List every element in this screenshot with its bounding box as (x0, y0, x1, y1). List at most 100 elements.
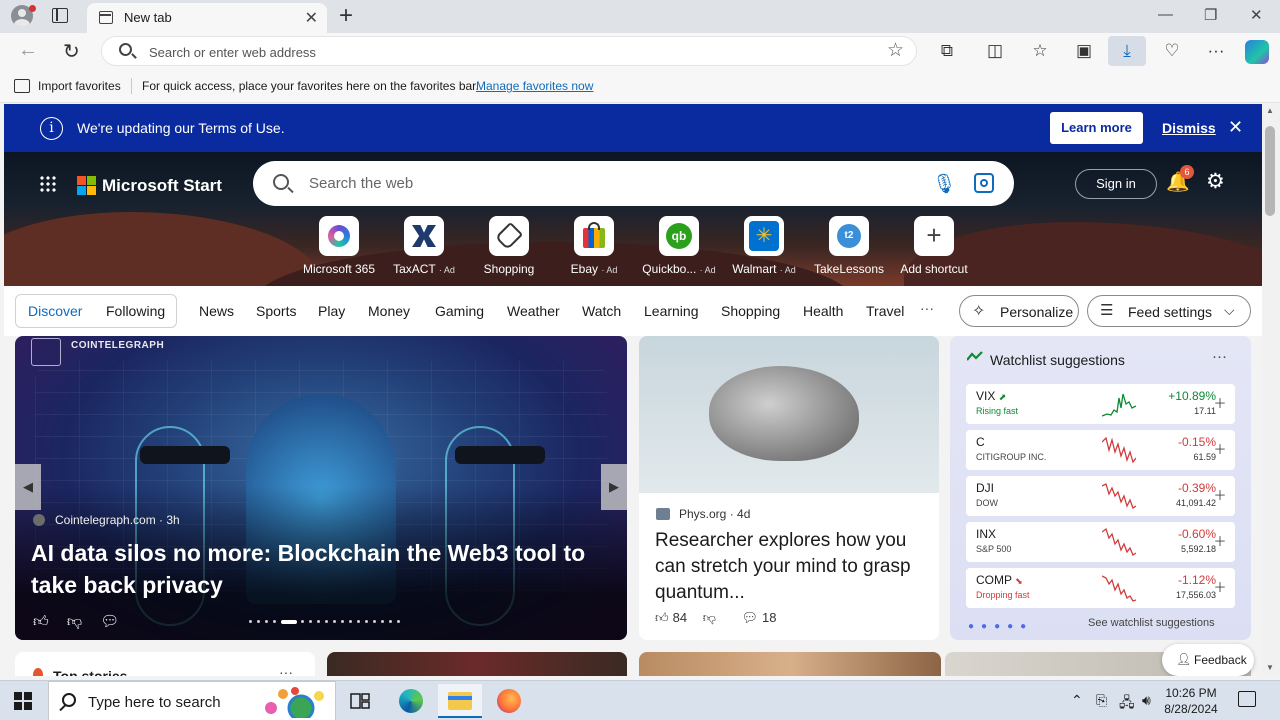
second-story-card[interactable]: Phys.org · 4d Researcher explores how yo… (639, 336, 939, 640)
nav-link-sports[interactable]: Sports (256, 303, 296, 319)
app-launcher-icon[interactable] (39, 175, 57, 193)
extensions-icon[interactable]: ⧉ (934, 38, 960, 64)
web-search-box[interactable]: Search the web 🎙 (253, 161, 1014, 206)
import-favorites-button[interactable]: Import favorites (38, 79, 121, 93)
sign-in-button[interactable]: Sign in (1075, 169, 1157, 199)
comment-icon[interactable]: 💬︎ (100, 613, 119, 630)
carousel-dot[interactable] (349, 620, 352, 623)
page-scrollbar[interactable]: ▲ ▼ (1262, 104, 1280, 676)
back-arrow-icon[interactable]: ← (18, 39, 38, 62)
carousel-dot[interactable] (333, 620, 336, 623)
tab-discover[interactable]: Discover (28, 303, 82, 319)
new-tab-button[interactable]: + (339, 2, 353, 30)
firefox-taskbar-icon[interactable] (487, 684, 531, 718)
quick-link-quickbooks[interactable]: qb Quickbo... · Ad (637, 216, 721, 286)
carousel-dot[interactable] (389, 620, 392, 623)
minimize-icon[interactable]: — (1158, 6, 1173, 23)
volume-icon[interactable]: 🔊︎ (1142, 692, 1151, 709)
feedback-button[interactable]: 👤︎ Feedback (1162, 644, 1254, 676)
network-icon[interactable]: 🖧︎ (1119, 692, 1135, 716)
tab-following[interactable]: Following (106, 303, 165, 319)
meet-now-icon[interactable]: ⎘ (1096, 692, 1107, 709)
nav-link-weather[interactable]: Weather (507, 303, 560, 319)
watchlist-more-button[interactable]: ··· (1212, 348, 1227, 365)
add-to-watchlist-icon[interactable]: ＋ (1212, 442, 1228, 458)
thumbs-down-icon[interactable]: 👎︎ (67, 613, 82, 630)
system-clock[interactable]: 10:26 PM 8/28/2024 (1160, 685, 1222, 717)
watchlist-pager-dots[interactable]: ●●●●● (968, 621, 1033, 632)
settings-more-icon[interactable]: ··· (1203, 38, 1229, 64)
manage-favorites-link[interactable]: Manage favorites now (476, 79, 593, 93)
thumbs-up-icon[interactable]: 👍︎ (33, 613, 49, 630)
carousel-dot[interactable] (309, 620, 312, 623)
notification-center-icon[interactable] (1238, 691, 1256, 707)
nav-link-health[interactable]: Health (803, 303, 843, 319)
scroll-up-arrow-icon[interactable]: ▲ (1266, 106, 1274, 115)
close-banner-icon[interactable]: ✕ (1228, 117, 1243, 138)
nav-link-play[interactable]: Play (318, 303, 345, 319)
watchlist-row[interactable]: C CITIGROUP INC. -0.15% 61.59 ＋ (966, 430, 1235, 470)
learn-more-button[interactable]: Learn more (1050, 112, 1143, 144)
carousel-dot[interactable] (373, 620, 376, 623)
carousel-dot[interactable] (381, 620, 384, 623)
visual-search-icon[interactable] (974, 173, 994, 193)
carousel-dot[interactable] (397, 620, 400, 623)
carousel-dot[interactable] (357, 620, 360, 623)
carousel-dot[interactable] (257, 620, 260, 623)
comment-icon[interactable]: 💬︎ (742, 610, 759, 625)
story-card-thumbnail[interactable] (639, 652, 941, 676)
carousel-next-arrow[interactable]: ▶ (601, 464, 627, 510)
add-to-watchlist-icon[interactable]: ＋ (1212, 396, 1228, 412)
watchlist-row[interactable]: INX S&P 500 -0.60% 5,592.18 ＋ (966, 522, 1235, 562)
reload-icon[interactable]: ↻ (63, 39, 80, 64)
nav-link-learning[interactable]: Learning (644, 303, 699, 319)
tab-actions-icon[interactable] (52, 8, 68, 23)
task-view-icon[interactable] (350, 691, 370, 711)
show-hidden-icons-chevron-icon[interactable]: ⌃ (1071, 692, 1083, 709)
microphone-icon[interactable]: 🎙 (932, 172, 956, 196)
nav-more-button[interactable]: ··· (920, 300, 934, 316)
nav-link-money[interactable]: Money (368, 303, 410, 319)
import-favorites-icon[interactable] (14, 79, 30, 93)
carousel-dots[interactable] (249, 620, 409, 624)
more-options-icon[interactable]: ··· (279, 664, 293, 676)
split-screen-icon[interactable]: ◫ (982, 38, 1008, 64)
quick-link-taxact[interactable]: TaxACT · Ad (382, 216, 466, 286)
edge-taskbar-icon[interactable] (389, 684, 433, 718)
feed-settings-button[interactable]: ☰ Feed settings ⌵ (1087, 295, 1251, 327)
nav-link-shopping[interactable]: Shopping (721, 303, 780, 319)
dismiss-link[interactable]: Dismiss (1162, 120, 1216, 136)
add-to-watchlist-icon[interactable]: ＋ (1212, 488, 1228, 504)
quick-link-takelessons[interactable]: t2 TakeLessons (807, 216, 891, 286)
carousel-dot[interactable] (249, 620, 252, 623)
carousel-dot[interactable] (341, 620, 344, 623)
carousel-dot[interactable] (325, 620, 328, 623)
watchlist-row[interactable]: DJI DOW -0.39% 41,091.42 ＋ (966, 476, 1235, 516)
window-close-icon[interactable]: ✕ (1250, 6, 1263, 24)
carousel-dot[interactable] (265, 620, 268, 623)
quick-link-walmart[interactable]: ✳ Walmart · Ad (722, 216, 806, 286)
carousel-dot[interactable] (273, 620, 276, 623)
tab-new-tab[interactable]: New tab ✕ (87, 3, 327, 33)
thumbs-up-icon[interactable]: 👍︎ (655, 610, 669, 625)
carousel-dot[interactable] (317, 620, 320, 623)
scroll-down-arrow-icon[interactable]: ▼ (1266, 663, 1274, 672)
story-headline[interactable]: AI data silos no more: Blockchain the We… (31, 537, 611, 601)
nav-link-watch[interactable]: Watch (582, 303, 621, 319)
add-shortcut-button[interactable]: + Add shortcut (892, 216, 976, 286)
see-watchlist-suggestions-link[interactable]: See watchlist suggestions (1088, 617, 1215, 629)
thumbs-down-icon[interactable]: 👎︎ (703, 610, 716, 625)
watchlist-row[interactable]: VIX ⬈ Rising fast +10.89% 17.11 ＋ (966, 384, 1235, 424)
main-story-card[interactable]: COINTELEGRAPH ◀ ▶ Cointelegraph.com · 3h… (15, 336, 627, 640)
nav-link-travel[interactable]: Travel (866, 303, 904, 319)
carousel-dot-active[interactable] (281, 620, 297, 624)
nav-link-news[interactable]: News (199, 303, 234, 319)
quick-link-shopping[interactable]: Shopping (467, 216, 551, 286)
add-to-watchlist-icon[interactable]: ＋ (1212, 580, 1228, 596)
carousel-dot[interactable] (365, 620, 368, 623)
restore-icon[interactable]: ❐ (1204, 6, 1217, 24)
collections-icon[interactable]: ▣ (1071, 38, 1097, 64)
personalize-button[interactable]: ✧ Personalize (959, 295, 1079, 327)
scrollbar-thumb[interactable] (1265, 126, 1275, 216)
taskbar-search-box[interactable]: Type here to search (48, 681, 336, 720)
